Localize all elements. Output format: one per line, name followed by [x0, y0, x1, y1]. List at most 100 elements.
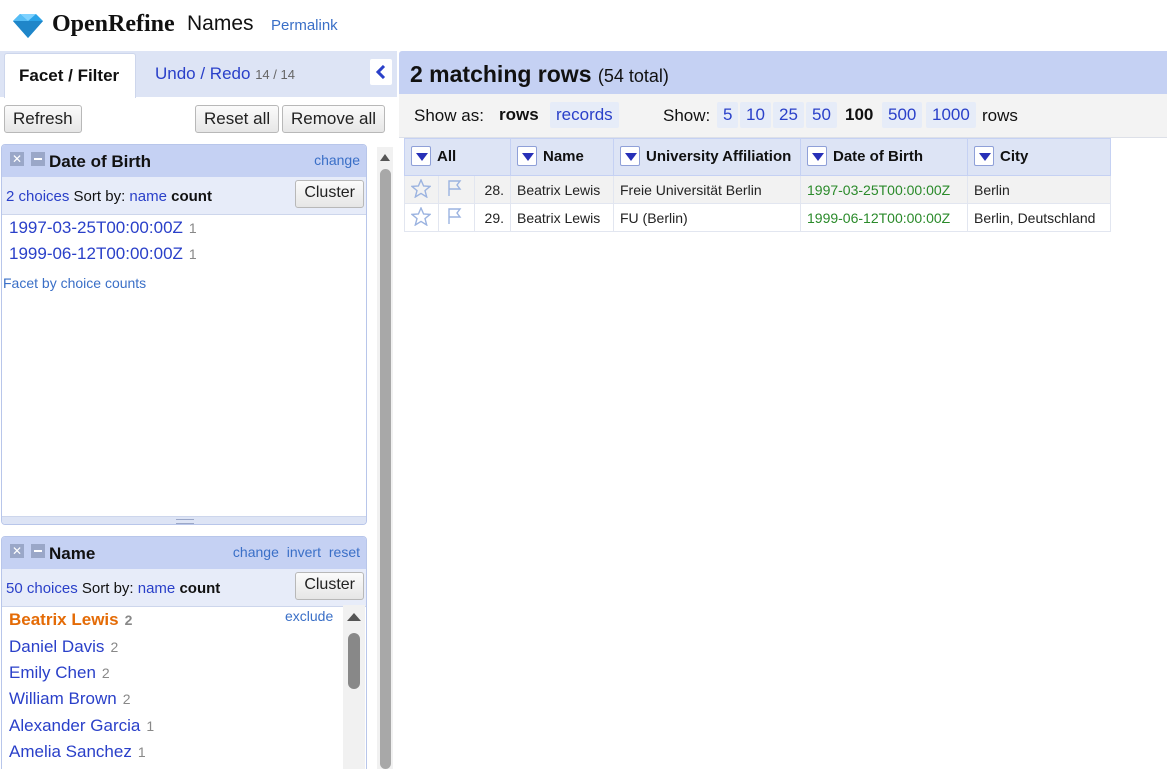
page-size-option[interactable]: 25: [773, 102, 804, 128]
sort-by-name-link[interactable]: name: [129, 188, 167, 205]
cluster-button[interactable]: Cluster: [295, 572, 364, 600]
app-header: OpenRefine Names Permalink: [0, 0, 1167, 50]
page-size-option[interactable]: 50: [806, 102, 837, 128]
flag-icon[interactable]: [445, 206, 465, 226]
cell-city[interactable]: Berlin: [967, 175, 1111, 204]
column-header-name[interactable]: Name: [510, 138, 614, 176]
choices-count[interactable]: 2 choices: [6, 188, 69, 205]
column-menu-dropdown-icon[interactable]: [974, 146, 994, 166]
matching-rows-count: 2 matching rows: [410, 61, 592, 87]
flag-cell[interactable]: [438, 175, 475, 204]
column-header-date-of-birth[interactable]: Date of Birth: [800, 138, 968, 176]
facet-choice-selected[interactable]: Beatrix Lewis 2: [9, 610, 132, 630]
mode-records-option[interactable]: records: [550, 102, 619, 128]
facet-choice[interactable]: Emily Chen 2: [9, 663, 110, 683]
left-panel: Facet / Filter Undo / Redo 14 / 14 Refre…: [0, 51, 397, 769]
facet-choice[interactable]: Daniel Davis 2: [9, 637, 118, 657]
column-menu-dropdown-icon[interactable]: [517, 146, 537, 166]
column-header-city[interactable]: City: [967, 138, 1111, 176]
scroll-up-icon[interactable]: [347, 612, 361, 621]
total-rows-count: (54 total): [597, 66, 669, 86]
star-icon[interactable]: [410, 205, 432, 227]
mode-rows-option[interactable]: rows: [493, 102, 545, 128]
choice-label[interactable]: 1999-06-12T00:00:00Z: [9, 244, 183, 263]
cell-city[interactable]: Berlin, Deutschland: [967, 203, 1111, 232]
column-header-university-affiliation[interactable]: University Affiliation: [613, 138, 801, 176]
cluster-button[interactable]: Cluster: [295, 180, 364, 208]
flag-cell[interactable]: [438, 203, 475, 232]
remove-all-button[interactable]: Remove all: [282, 105, 386, 133]
facet-resize-handle[interactable]: [2, 516, 366, 524]
reset-all-button[interactable]: Reset all: [195, 105, 280, 133]
exclude-link[interactable]: exclude: [285, 608, 333, 624]
cell-name[interactable]: Beatrix Lewis: [510, 175, 614, 204]
choice-label[interactable]: 1997-03-25T00:00:00Z: [9, 218, 183, 237]
cell-name[interactable]: Beatrix Lewis: [510, 203, 614, 232]
facet-choice[interactable]: William Brown 2: [9, 689, 130, 709]
sort-by-label: Sort by:: [73, 188, 126, 205]
project-name[interactable]: Names: [187, 12, 254, 36]
column-menu-dropdown-icon[interactable]: [411, 146, 431, 166]
page-size-option[interactable]: 10: [740, 102, 771, 128]
openrefine-diamond-icon[interactable]: [10, 12, 46, 40]
column-menu-dropdown-icon[interactable]: [620, 146, 640, 166]
minimize-facet-icon[interactable]: [31, 152, 45, 166]
column-header-all[interactable]: All: [404, 138, 511, 176]
scroll-up-icon[interactable]: [380, 153, 390, 161]
sort-by-name-link[interactable]: name: [138, 580, 176, 597]
tab-facet-filter[interactable]: Facet / Filter: [4, 53, 136, 98]
flag-icon[interactable]: [445, 178, 465, 198]
facet-title-bar: ✕ Name change invert reset: [2, 537, 366, 569]
minimize-facet-icon[interactable]: [31, 544, 45, 558]
cell-date-of-birth[interactable]: 1997-03-25T00:00:00Z: [800, 175, 968, 204]
facet-scrollbar-thumb[interactable]: [348, 633, 360, 689]
sort-by-count-label[interactable]: count: [171, 188, 212, 205]
choices-count[interactable]: 50 choices: [6, 580, 78, 597]
facet-links: change invert reset: [229, 544, 360, 560]
choice-label[interactable]: Beatrix Lewis: [9, 610, 119, 629]
left-scrollbar-thumb[interactable]: [380, 169, 391, 769]
choice-count: 1: [146, 718, 155, 734]
cell-university-affiliation[interactable]: FU (Berlin): [613, 203, 801, 232]
left-panel-scrollbar[interactable]: [377, 147, 393, 769]
facet-choice[interactable]: 1997-03-25T00:00:00Z 1: [9, 218, 197, 238]
facet-choice[interactable]: Amelia Sanchez 1: [9, 742, 146, 762]
facet-change-link[interactable]: change: [233, 544, 279, 560]
choice-label[interactable]: William Brown: [9, 689, 117, 708]
close-facet-icon[interactable]: ✕: [10, 152, 24, 166]
facet-choices-scrollbar[interactable]: [343, 605, 365, 769]
refresh-button[interactable]: Refresh: [4, 105, 82, 133]
page-size-option[interactable]: 5: [717, 102, 739, 128]
star-cell[interactable]: [404, 175, 439, 204]
collapse-panel-button[interactable]: [370, 59, 392, 85]
facet-choice[interactable]: Alexander Garcia 1: [9, 716, 154, 736]
choice-label[interactable]: Emily Chen: [9, 663, 96, 682]
star-icon[interactable]: [410, 177, 432, 199]
page-size-option[interactable]: 1000: [926, 102, 976, 128]
chevron-left-icon: [375, 65, 386, 79]
page-size-option-selected[interactable]: 100: [839, 102, 879, 128]
facet-invert-link[interactable]: invert: [287, 544, 321, 560]
facet-choice[interactable]: 1999-06-12T00:00:00Z 1: [9, 244, 197, 264]
cell-date-of-birth[interactable]: 1999-06-12T00:00:00Z: [800, 203, 968, 232]
facet-change-link[interactable]: change: [314, 152, 360, 168]
permalink-link[interactable]: Permalink: [271, 17, 338, 34]
choice-label[interactable]: Daniel Davis: [9, 637, 104, 656]
facet-by-choice-counts-link[interactable]: Facet by choice counts: [3, 275, 146, 291]
sort-by-count-label[interactable]: count: [179, 580, 220, 597]
choice-count: 1: [137, 744, 146, 760]
cell-university-affiliation[interactable]: Freie Universität Berlin: [613, 175, 801, 204]
facet-reset-link[interactable]: reset: [329, 544, 360, 560]
star-cell[interactable]: [404, 203, 439, 232]
right-panel: 2 matching rows (54 total) Show as: rows…: [399, 51, 1167, 769]
left-tab-strip: Facet / Filter Undo / Redo 14 / 14: [0, 51, 397, 98]
app-name[interactable]: OpenRefine: [52, 11, 175, 38]
choice-count: 1: [188, 220, 197, 236]
choice-count: 1: [188, 246, 197, 262]
column-menu-dropdown-icon[interactable]: [807, 146, 827, 166]
tab-undo-redo[interactable]: Undo / Redo 14 / 14: [155, 64, 295, 84]
page-size-option[interactable]: 500: [882, 102, 923, 128]
choice-label[interactable]: Amelia Sanchez: [9, 742, 132, 761]
choice-label[interactable]: Alexander Garcia: [9, 716, 140, 735]
close-facet-icon[interactable]: ✕: [10, 544, 24, 558]
